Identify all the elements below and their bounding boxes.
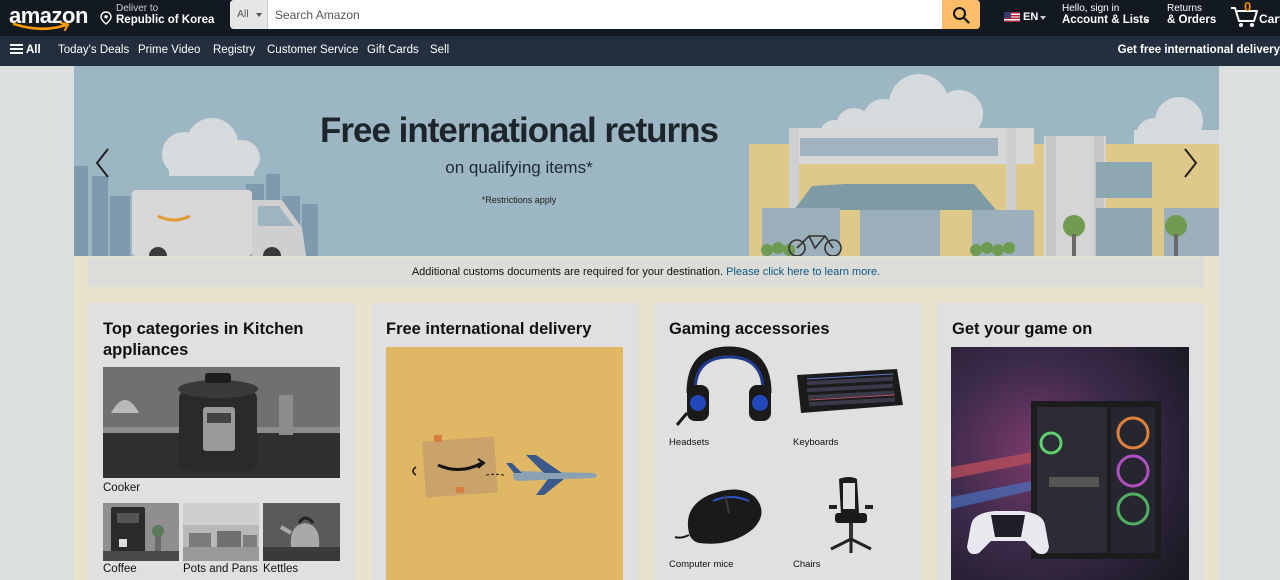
item-label-pots-and-pans[interactable]: Pots and Pans [183,563,258,575]
chevron-down-icon [256,13,262,17]
language-selector[interactable]: EN [1002,10,1048,26]
returns-orders-button[interactable]: Returns & Orders [1167,2,1223,32]
carousel-prev-button[interactable] [92,146,114,180]
location-pin-icon [100,11,112,25]
nav-todays-deals[interactable]: Today's Deals [58,44,129,56]
card-title[interactable]: Free international delivery [386,319,631,340]
account-greeting: Hello, sign in [1062,3,1120,14]
chairs-image[interactable] [809,473,899,558]
cooker-image[interactable] [103,367,340,478]
hero-title: Free international returns [320,111,719,150]
gaming-pc-image[interactable] [951,347,1189,580]
headsets-image[interactable] [669,345,779,435]
all-menu-label: All [26,44,41,56]
cart-count: 0 [1244,0,1252,14]
customs-notice-text: Additional customs documents are require… [411,266,724,278]
carousel-next-button[interactable] [1179,146,1201,180]
search-category-select[interactable]: All [230,0,268,29]
search-bar: All [230,0,980,29]
search-category-label: All [237,8,249,20]
computer-mice-image[interactable] [669,473,779,558]
search-button[interactable] [942,0,980,29]
orders-label: & Orders [1167,14,1217,26]
search-icon [953,7,970,24]
card-get-your-game-on: Get your game on [937,303,1205,580]
secondary-navbar: All Today's Deals Prime Video Registry C… [0,36,1280,66]
nav-sell[interactable]: Sell [430,44,449,56]
card-gaming-accessories: Gaming accessories Headsets Keyboards Co… [654,303,922,580]
kettles-image[interactable] [263,503,340,561]
search-input[interactable] [268,0,942,29]
account-lists-label: Account & Lists [1062,14,1150,26]
item-label-chairs[interactable]: Chairs [793,559,820,570]
free-delivery-promo-link[interactable]: Get free international delivery [1118,44,1280,56]
amazon-logo[interactable]: amazon [8,3,88,33]
returns-label: Returns [1167,3,1203,14]
item-label-computer-mice[interactable]: Computer mice [669,559,733,570]
hamburger-menu-icon [10,44,23,54]
language-label: EN [1023,11,1039,23]
all-menu-button[interactable]: All [10,44,41,56]
coffee-image[interactable] [103,503,179,561]
deliver-country: Republic of Korea [116,14,215,26]
chevron-down-icon [1040,16,1046,20]
customs-learn-more-link[interactable]: Please click here to learn more. [726,266,880,278]
cart-label: Cart [1259,12,1280,26]
keyboards-image[interactable] [793,355,905,425]
page-body: Free international returns on qualifying… [0,66,1280,580]
card-free-international-delivery: Free international delivery [371,303,639,580]
item-label-cooker[interactable]: Cooker [103,482,140,494]
logo-smile-icon [12,22,70,32]
delivery-promo-image[interactable] [386,347,623,580]
deliver-to-button[interactable]: Deliver to Republic of Korea [100,2,220,32]
card-title[interactable]: Top categories in Kitchen appliances [103,319,348,361]
nav-prime-video[interactable]: Prime Video [138,44,200,56]
item-label-kettles[interactable]: Kettles [263,563,298,575]
account-lists-button[interactable]: Hello, sign in Account & Lists [1062,2,1154,32]
card-title[interactable]: Gaming accessories [669,319,914,340]
card-title[interactable]: Get your game on [952,319,1197,340]
top-navbar: amazon Deliver to Republic of Korea All … [0,0,1280,36]
item-label-keyboards[interactable]: Keyboards [793,437,838,448]
deliver-to-label: Deliver to [116,3,159,14]
nav-customer-service[interactable]: Customer Service [267,44,358,56]
nav-registry[interactable]: Registry [213,44,255,56]
customs-notice: Additional customs documents are require… [88,257,1204,287]
item-label-coffee[interactable]: Coffee [103,563,137,575]
cart-button[interactable]: 0 Cart [1230,0,1280,32]
card-kitchen-appliances: Top categories in Kitchen appliances Coo… [88,303,356,580]
us-flag-icon [1004,12,1020,22]
item-label-headsets[interactable]: Headsets [669,437,709,448]
nav-gift-cards[interactable]: Gift Cards [367,44,419,56]
chevron-down-icon [1143,19,1149,23]
hero-restrictions-note: *Restrictions apply [481,195,557,205]
pots-and-pans-image[interactable] [183,503,259,561]
hero-subtitle: on qualifying items* [445,158,593,177]
